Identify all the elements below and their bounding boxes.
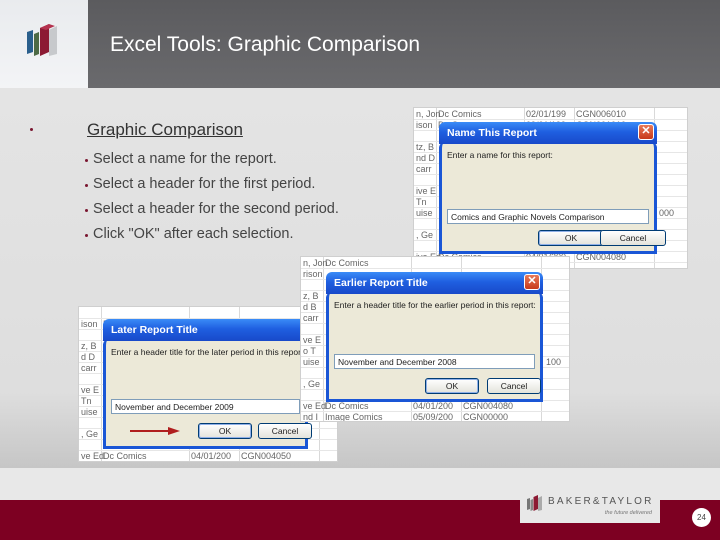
- main-bullet: Graphic Comparison: [30, 120, 243, 140]
- sheet-cell: ive E: [416, 186, 437, 196]
- dialog-prompt: Enter a header title for the later perio…: [111, 347, 306, 357]
- dialog-title-bar: Earlier Report Title ✕: [326, 272, 543, 294]
- sheet-cell: ve Ed: [303, 401, 327, 411]
- screenshot-name-report: n, JonDc Comics 02/01/199 CGN006010ison Dc …: [413, 107, 688, 269]
- baker-taylor-logo-icon: [527, 495, 542, 511]
- sheet-cell: nd I: [303, 412, 319, 422]
- sheet-cell: CGN004050: [241, 451, 292, 461]
- sheet-row: ve Ed Dc Comics 04/01/200 CGN004050: [79, 451, 337, 461]
- sheet-cell: nd D: [416, 153, 436, 163]
- close-icon[interactable]: ✕: [638, 124, 654, 140]
- dialog-title: Name This Report: [447, 127, 537, 139]
- bullet-dot: [30, 128, 33, 131]
- sheet-cell: carr: [416, 164, 432, 174]
- dialog-prompt: Enter a name for this report:: [447, 150, 553, 160]
- sheet-row: nd I Image Comics 05/09/200 CGN00000: [301, 412, 569, 422]
- sub-bullet: Select a name for the report.: [85, 151, 277, 167]
- bullet-dot: [85, 159, 88, 162]
- dialog-title-bar: Later Report Title: [103, 319, 308, 341]
- bullet-dot: [85, 234, 88, 237]
- company-logo-icon: [27, 24, 57, 56]
- sheet-cell: z, B: [303, 291, 319, 301]
- brand-name: BAKER&TAYLOR: [548, 496, 654, 507]
- page-number: 24: [692, 508, 711, 527]
- red-arrow-icon: [130, 427, 180, 435]
- sheet-cell: CGN006010: [576, 109, 627, 119]
- sheet-cell: Tn: [81, 396, 92, 406]
- sheet-cell: 000: [659, 208, 675, 218]
- sheet-cell: o T: [303, 346, 316, 356]
- sheet-cell: carr: [81, 363, 97, 373]
- sheet-cell: carr: [303, 313, 319, 323]
- later-title-input[interactable]: November and December 2009: [111, 399, 300, 414]
- sheet-cell: ison: [416, 120, 433, 130]
- page-title: Excel Tools: Graphic Comparison: [110, 33, 421, 56]
- cancel-button[interactable]: Cancel: [600, 230, 666, 246]
- sheet-cell: ison: [81, 319, 98, 329]
- main-bullet-text: Graphic Comparison: [87, 120, 243, 139]
- brand-tagline: the future delivered: [604, 510, 652, 516]
- sheet-cell: Dc Comics: [325, 258, 369, 268]
- sheet-cell: uise: [303, 357, 320, 367]
- sub-bullet: Select a header for the first period.: [85, 176, 315, 192]
- cancel-button[interactable]: Cancel: [258, 423, 312, 439]
- sheet-cell: Dc Comics: [325, 401, 369, 411]
- sheet-row: [79, 308, 337, 319]
- dialog-title-bar: Name This Report ✕: [439, 122, 657, 144]
- sub-bullet: Select a header for the second period.: [85, 201, 339, 217]
- screenshot-earlier-title: n, Jon Dc Comics rison z, Bd Bcarr ve Eo Tui…: [300, 256, 570, 422]
- sheet-cell: n, Jon: [416, 109, 441, 119]
- sheet-cell: n, Jon: [303, 258, 328, 268]
- dialog-title: Earlier Report Title: [334, 277, 428, 289]
- dialog-earlier-title: Earlier Report Title ✕ Enter a header ti…: [326, 272, 543, 402]
- bullet-dot: [85, 209, 88, 212]
- sheet-cell: , Ge: [416, 230, 434, 240]
- sheet-cell: ve Ed: [81, 451, 105, 461]
- sheet-cell: CGN004080: [463, 401, 514, 411]
- dialog-prompt: Enter a header title for the earlier per…: [334, 300, 536, 310]
- report-name-input[interactable]: Comics and Graphic Novels Comparison: [447, 209, 649, 224]
- dialog-name-report: Name This Report ✕ Enter a name for this…: [439, 122, 666, 254]
- ok-button[interactable]: OK: [425, 378, 479, 394]
- sheet-cell: , Ge: [81, 429, 99, 439]
- sheet-row: n, Jon Dc Comics: [301, 258, 569, 269]
- sheet-cell: uise: [81, 407, 98, 417]
- sheet-cell: d B: [303, 302, 317, 312]
- sheet-cell: rison: [303, 269, 323, 279]
- close-icon[interactable]: ✕: [524, 274, 540, 290]
- sheet-cell: tz, B: [416, 142, 435, 152]
- screenshot-later-title: isonDc C09/01/199CGN001010z, Bd Dcarrve …: [78, 306, 338, 462]
- sheet-cell: d D: [81, 352, 96, 362]
- sheet-cell: ve E: [303, 335, 322, 345]
- slide: Excel Tools: Graphic Comparison Graphic …: [0, 0, 720, 540]
- bullet-dot: [85, 184, 88, 187]
- sheet-cell: 02/01/199: [526, 109, 567, 119]
- cancel-button[interactable]: Cancel: [487, 378, 541, 394]
- sheet-cell: z, B: [81, 341, 97, 351]
- sheet-cell: , Ge: [303, 379, 321, 389]
- sheet-cell: 100: [546, 357, 562, 367]
- sheet-cell: uise: [416, 208, 433, 218]
- sheet-cell: CGN00000: [463, 412, 509, 422]
- sheet-cell: ve E: [81, 385, 100, 395]
- sheet-cell: 05/09/200: [413, 412, 454, 422]
- sheet-cell: 04/01/200: [191, 451, 232, 461]
- sheet-cell: Dc Comics: [103, 451, 147, 461]
- ok-button[interactable]: OK: [198, 423, 252, 439]
- sheet-row: ve Ed Dc Comics 04/01/200 CGN004080: [301, 401, 569, 412]
- header-logo-box: [0, 0, 88, 88]
- sheet-cell: 04/01/200: [413, 401, 454, 411]
- footer-logo: BAKER&TAYLOR the future delivered: [520, 487, 660, 523]
- sheet-row: n, Jon Dc Comics 02/01/199 CGN006010: [414, 109, 687, 120]
- sheet-cell: Image Comics: [325, 412, 383, 422]
- sheet-cell: Tn: [416, 197, 427, 207]
- sub-bullet: Click "OK" after each selection.: [85, 226, 294, 242]
- title-bar: Excel Tools: Graphic Comparison: [88, 0, 720, 88]
- sheet-cell: Dc Comics: [438, 109, 482, 119]
- ok-button[interactable]: OK: [538, 230, 604, 246]
- earlier-title-input[interactable]: November and December 2008: [334, 354, 535, 369]
- dialog-title: Later Report Title: [111, 324, 198, 336]
